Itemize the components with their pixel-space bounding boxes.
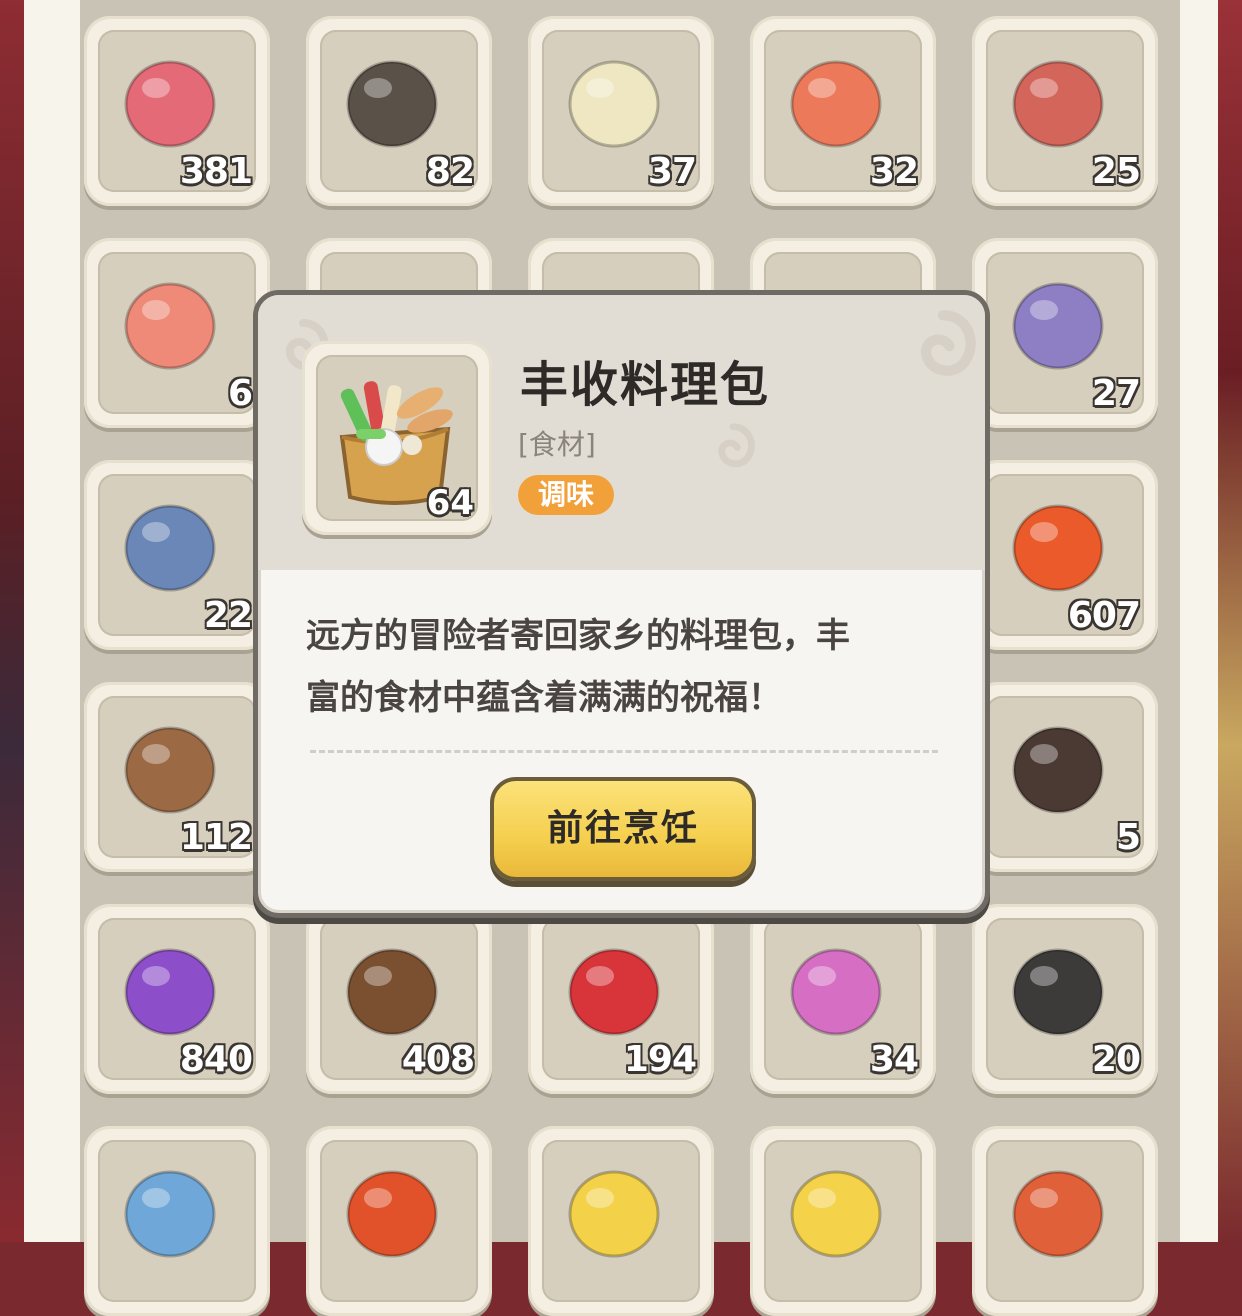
inventory-slot[interactable] [750, 1126, 936, 1316]
item-count: 840 [179, 1039, 253, 1080]
swirl-decoration-icon [921, 310, 976, 376]
inventory-slot[interactable]: 32 [750, 16, 936, 206]
popup-item-count: 64 [426, 483, 474, 523]
inventory-slot[interactable]: 27 [972, 238, 1158, 428]
tomato-icon [1012, 504, 1104, 592]
fang-icon [1012, 948, 1104, 1036]
spare-ribs-icon [1012, 60, 1104, 148]
popup-item-slot: 64 [302, 341, 492, 535]
item-count: 6 [227, 373, 253, 414]
item-count: 27 [1091, 373, 1141, 414]
mushroom-icon [124, 726, 216, 814]
inventory-slot[interactable] [972, 1126, 1158, 1316]
item-count: 381 [179, 151, 253, 192]
crystal-heart-icon [124, 1170, 216, 1258]
inventory-slot[interactable]: 20 [972, 904, 1158, 1094]
inventory-slot[interactable]: 840 [84, 904, 270, 1094]
item-count: 34 [869, 1039, 919, 1080]
item-count: 32 [869, 151, 919, 192]
inventory-slot[interactable]: 194 [528, 904, 714, 1094]
pomegranate-icon [568, 948, 660, 1036]
popup-header: 64 丰收料理包 [食材] 调味 [258, 295, 985, 570]
ore-icon [346, 60, 438, 148]
swordfish-icon [124, 504, 216, 592]
inventory-slot[interactable]: 6 [84, 238, 270, 428]
item-count: 194 [623, 1039, 697, 1080]
inventory-slot[interactable] [306, 1126, 492, 1316]
inventory-slot[interactable]: 112 [84, 682, 270, 872]
background-left [0, 0, 24, 1242]
inventory-slot[interactable]: 408 [306, 904, 492, 1094]
inventory-slot[interactable]: 34 [750, 904, 936, 1094]
inventory-slot[interactable] [528, 1126, 714, 1316]
inventory-slot[interactable]: 25 [972, 16, 1158, 206]
item-count: 5 [1115, 817, 1141, 858]
ribs-icon [124, 60, 216, 148]
pineapple-icon [568, 1170, 660, 1258]
item-count: 112 [179, 817, 253, 858]
inventory-slot[interactable]: 82 [306, 16, 492, 206]
item-count: 37 [647, 151, 697, 192]
truffle-icon [1012, 726, 1104, 814]
coconut-icon [346, 948, 438, 1036]
egg-icon [568, 60, 660, 148]
item-title: 丰收料理包 [520, 357, 771, 413]
go-cook-button[interactable]: 前往烹饪 [490, 777, 756, 881]
item-count: 22 [203, 595, 253, 636]
drumstick-icon [124, 282, 216, 370]
item-description: 远方的冒险者寄回家乡的料理包，丰 富的食材中蕴含着满满的祝福！ [306, 605, 946, 729]
octopus-icon [1012, 282, 1104, 370]
inventory-slot[interactable]: 22 [84, 460, 270, 650]
item-count: 25 [1091, 151, 1141, 192]
tentacle-icon [790, 948, 882, 1036]
background-right [1218, 0, 1242, 1242]
inventory-slot[interactable] [84, 1126, 270, 1316]
item-count: 607 [1067, 595, 1141, 636]
item-tag-badge: 调味 [518, 475, 615, 515]
inventory-slot[interactable]: 381 [84, 16, 270, 206]
item-count: 408 [401, 1039, 475, 1080]
grape-icon [124, 948, 216, 1036]
description-line: 富的食材中蕴含着满满的祝福！ [306, 678, 782, 718]
item-count: 20 [1091, 1039, 1141, 1080]
apple-icon [346, 1170, 438, 1258]
cheese-icon [790, 1170, 882, 1258]
herb-leaf-icon [1012, 1170, 1104, 1258]
item-count: 82 [425, 151, 475, 192]
item-detail-popup: 64 丰收料理包 [食材] 调味 远方的冒险者寄回家乡的料理包，丰 富的食材中蕴… [253, 290, 990, 918]
description-line: 远方的冒险者寄回家乡的料理包，丰 [306, 616, 850, 656]
inventory-slot[interactable]: 607 [972, 460, 1158, 650]
ham-icon [790, 60, 882, 148]
swirl-decoration-icon [718, 423, 755, 468]
divider [310, 750, 938, 753]
inventory-slot[interactable]: 37 [528, 16, 714, 206]
inventory-slot[interactable]: 5 [972, 682, 1158, 872]
item-category: [食材] [518, 428, 596, 461]
